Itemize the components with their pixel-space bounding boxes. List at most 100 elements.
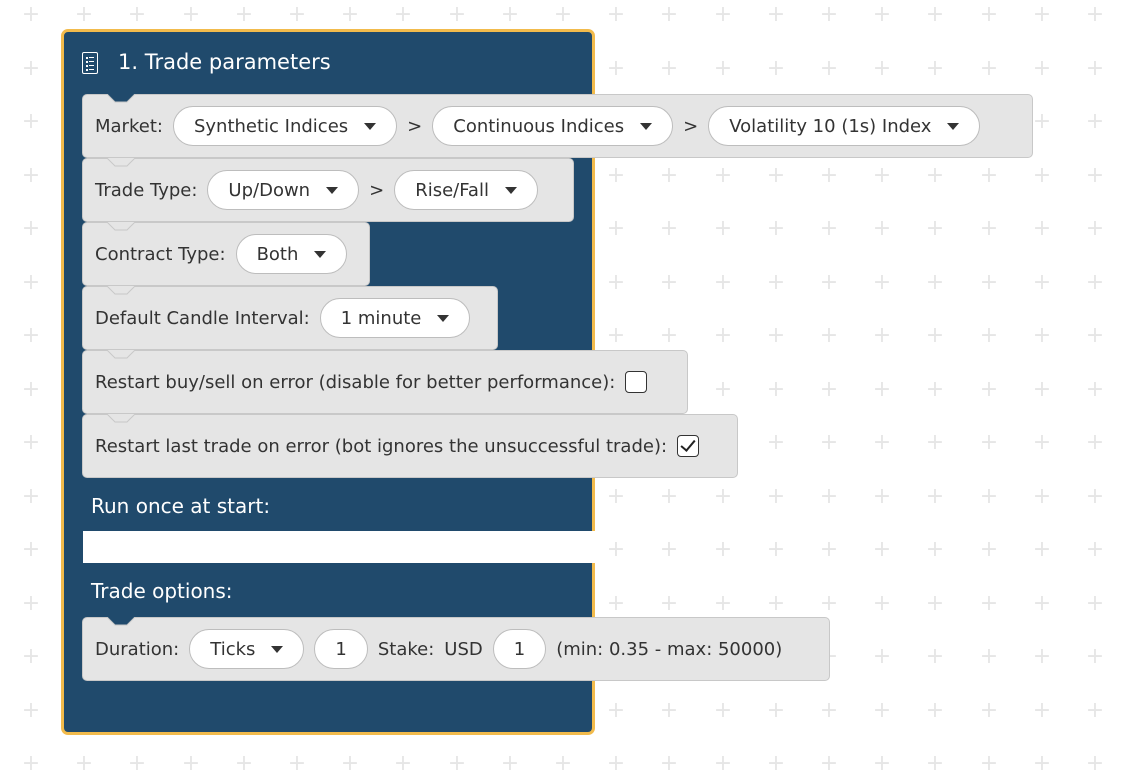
- candle-interval-statement[interactable]: Default Candle Interval: 1 minute: [82, 286, 498, 350]
- trade-type-statement[interactable]: Trade Type: Up/Down > Rise/Fall: [82, 158, 574, 222]
- grid-plus-icon: +: [872, 698, 892, 723]
- grid-plus-icon: +: [21, 698, 41, 723]
- grid-plus-icon: +: [713, 216, 733, 241]
- grid-plus-icon: +: [659, 591, 679, 616]
- trade-options-label: Trade options:: [91, 579, 233, 603]
- grid-plus-icon: +: [1032, 377, 1052, 402]
- grid-plus-icon: +: [872, 430, 892, 455]
- run-once-empty-slot[interactable]: [83, 531, 595, 563]
- grid-plus-icon: +: [553, 2, 573, 27]
- grid-plus-icon: +: [21, 163, 41, 188]
- grid-plus-icon: +: [979, 591, 999, 616]
- grid-plus-icon: +: [872, 591, 892, 616]
- candle-interval-dropdown[interactable]: 1 minute: [319, 298, 471, 338]
- grid-plus-icon: +: [766, 430, 786, 455]
- trade-category-dropdown[interactable]: Up/Down: [207, 170, 360, 210]
- grid-plus-icon: +: [925, 698, 945, 723]
- grid-plus-icon: +: [181, 2, 201, 27]
- grid-plus-icon: +: [713, 698, 733, 723]
- grid-plus-icon: +: [979, 216, 999, 241]
- grid-plus-icon: +: [659, 323, 679, 348]
- grid-plus-icon: +: [979, 484, 999, 509]
- grid-plus-icon: +: [766, 377, 786, 402]
- grid-plus-icon: +: [21, 377, 41, 402]
- grid-plus-icon: +: [925, 2, 945, 27]
- grid-plus-icon: +: [659, 2, 679, 27]
- grid-plus-icon: +: [872, 644, 892, 669]
- grid-plus-icon: +: [819, 56, 839, 81]
- grid-plus-icon: +: [1085, 644, 1105, 669]
- grid-plus-icon: +: [979, 751, 999, 774]
- grid-plus-icon: +: [766, 216, 786, 241]
- grid-plus-icon: +: [1032, 644, 1052, 669]
- grid-plus-icon: +: [1032, 484, 1052, 509]
- grid-plus-icon: +: [21, 56, 41, 81]
- grid-plus-icon: +: [21, 270, 41, 295]
- market-dropdown[interactable]: Synthetic Indices: [172, 106, 398, 146]
- duration-label: Duration:: [95, 638, 180, 660]
- contract-type-dropdown[interactable]: Both: [235, 234, 348, 274]
- trade-options-statement[interactable]: Duration: Ticks 1 Stake: USD 1 (min: 0.3…: [82, 617, 830, 681]
- grid-plus-icon: +: [766, 323, 786, 348]
- restart-last-trade-checkbox[interactable]: [677, 435, 700, 457]
- grid-plus-icon: +: [21, 109, 41, 134]
- grid-plus-icon: +: [393, 751, 413, 774]
- duration-unit-dropdown[interactable]: Ticks: [189, 629, 305, 669]
- grid-plus-icon: +: [1085, 216, 1105, 241]
- grid-plus-icon: +: [872, 2, 892, 27]
- grid-plus-icon: +: [74, 2, 94, 27]
- grid-plus-icon: +: [606, 323, 626, 348]
- grid-plus-icon: +: [21, 484, 41, 509]
- grid-plus-icon: +: [127, 751, 147, 774]
- grid-plus-icon: +: [819, 163, 839, 188]
- grid-plus-icon: +: [1032, 56, 1052, 81]
- trade-type-dropdown[interactable]: Rise/Fall: [394, 170, 538, 210]
- grid-plus-icon: +: [1085, 751, 1105, 774]
- trade-type-label: Trade Type:: [95, 179, 198, 201]
- duration-value-input[interactable]: 1: [314, 629, 368, 669]
- dropdown-caret-icon: [947, 122, 960, 130]
- restart-last-trade-statement[interactable]: Restart last trade on error (bot ignores…: [82, 414, 738, 478]
- grid-plus-icon: +: [606, 751, 626, 774]
- grid-plus-icon: +: [713, 163, 733, 188]
- grid-plus-icon: +: [234, 2, 254, 27]
- separator: >: [369, 179, 385, 201]
- restart-buy-sell-checkbox[interactable]: [625, 371, 648, 393]
- restart-buy-sell-statement[interactable]: Restart buy/sell on error (disable for b…: [82, 350, 688, 414]
- grid-plus-icon: +: [1085, 377, 1105, 402]
- market-statement[interactable]: Market: Synthetic Indices > Continuous I…: [82, 94, 1033, 158]
- grid-plus-icon: +: [766, 591, 786, 616]
- grid-plus-icon: +: [713, 270, 733, 295]
- grid-plus-icon: +: [872, 484, 892, 509]
- grid-plus-icon: +: [819, 216, 839, 241]
- grid-plus-icon: +: [925, 163, 945, 188]
- grid-plus-icon: +: [21, 323, 41, 348]
- currency-label: USD: [444, 638, 483, 660]
- dropdown-caret-icon: [364, 122, 377, 130]
- grid-plus-icon: +: [925, 751, 945, 774]
- stake-value-input[interactable]: 1: [492, 629, 547, 669]
- grid-plus-icon: +: [979, 698, 999, 723]
- block-title: 1. Trade parameters: [118, 50, 331, 74]
- submarket-dropdown[interactable]: Continuous Indices: [432, 106, 674, 146]
- grid-plus-icon: +: [713, 751, 733, 774]
- dropdown-caret-icon: [640, 122, 653, 130]
- grid-plus-icon: +: [925, 323, 945, 348]
- grid-plus-icon: +: [21, 644, 41, 669]
- grid-plus-icon: +: [819, 430, 839, 455]
- grid-plus-icon: +: [979, 163, 999, 188]
- symbol-dropdown[interactable]: Volatility 10 (1s) Index: [708, 106, 981, 146]
- contract-type-statement[interactable]: Contract Type: Both: [82, 222, 370, 286]
- market-label: Market:: [95, 115, 163, 137]
- grid-plus-icon: +: [1085, 56, 1105, 81]
- grid-plus-icon: +: [659, 270, 679, 295]
- grid-plus-icon: +: [1032, 698, 1052, 723]
- grid-plus-icon: +: [21, 2, 41, 27]
- grid-plus-icon: +: [659, 484, 679, 509]
- grid-plus-icon: +: [819, 2, 839, 27]
- grid-plus-icon: +: [21, 216, 41, 241]
- grid-plus-icon: +: [447, 751, 467, 774]
- grid-plus-icon: +: [21, 751, 41, 774]
- grid-plus-icon: +: [553, 751, 573, 774]
- grid-plus-icon: +: [21, 591, 41, 616]
